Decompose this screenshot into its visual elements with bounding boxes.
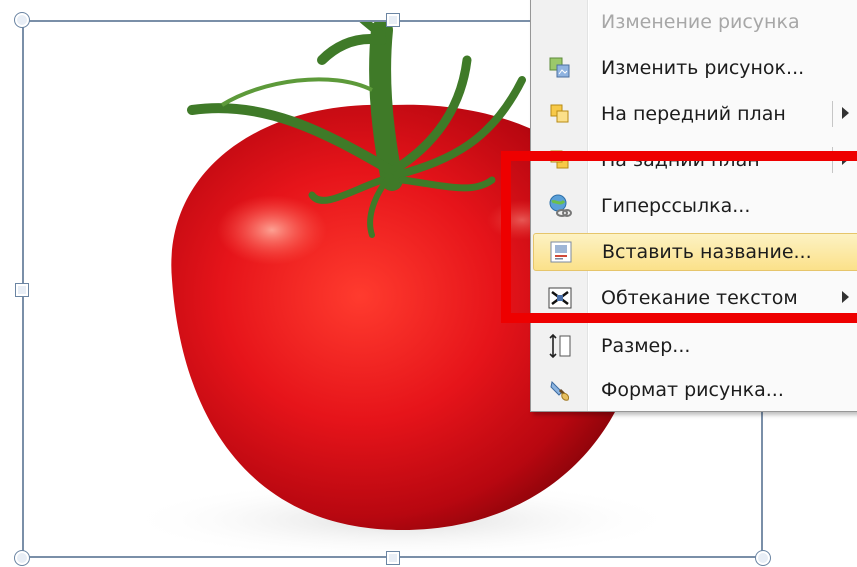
menu-item-size[interactable]: Размер... (533, 327, 857, 365)
menu-item-label: Изменить рисунок... (601, 57, 805, 79)
menu-item-label: Формат рисунка... (601, 379, 784, 401)
menu-item-format-picture[interactable]: Формат рисунка... (533, 371, 857, 409)
format-picture-icon (533, 378, 587, 402)
menu-item-label: На передний план (601, 103, 786, 125)
highlight-frame (501, 151, 857, 323)
submenu-arrow-icon (842, 107, 849, 119)
menu-header: Изменение рисунка (533, 3, 857, 41)
resize-handle-left[interactable] (15, 283, 29, 297)
resize-handle-bottom-right[interactable] (755, 550, 771, 566)
resize-handle-top-left[interactable] (14, 12, 30, 28)
submenu-divider (832, 101, 833, 127)
size-icon (533, 333, 587, 359)
resize-handle-top[interactable] (386, 13, 400, 27)
menu-item-label: Размер... (601, 335, 691, 357)
menu-header-label: Изменение рисунка (601, 11, 800, 33)
bring-to-front-icon (533, 103, 587, 125)
menu-item-bring-to-front[interactable]: На передний план (533, 95, 857, 133)
resize-handle-bottom[interactable] (386, 551, 400, 565)
resize-handle-bottom-left[interactable] (14, 550, 30, 566)
menu-item-change-picture[interactable]: Изменить рисунок... (533, 49, 857, 87)
change-picture-icon (533, 57, 587, 79)
